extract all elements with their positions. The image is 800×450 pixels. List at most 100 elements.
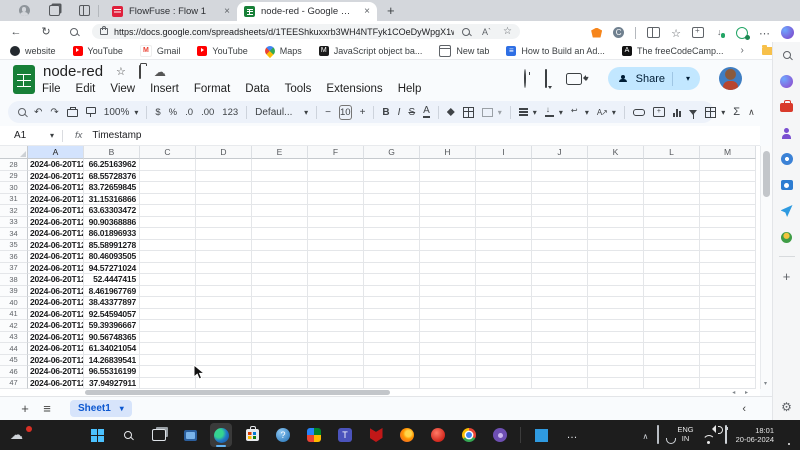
cell-D43[interactable] [196,332,252,344]
cell-J47[interactable] [532,378,588,390]
select-all-corner[interactable] [0,146,28,159]
taskbar-search-button[interactable] [117,423,139,447]
cell-A45[interactable]: 2024-06-20T12:2 [28,355,84,367]
cell-K36[interactable] [588,251,644,263]
cell-M45[interactable] [700,355,756,367]
cell-H33[interactable] [420,217,476,229]
cell-C38[interactable] [140,274,196,286]
cell-M31[interactable] [700,194,756,206]
account-avatar[interactable] [719,67,742,90]
decrease-decimal-button[interactable]: .0 [185,107,193,118]
insert-comment-button[interactable] [653,107,665,117]
sidebar-app-messenger[interactable] [780,204,794,218]
cell-H38[interactable] [420,274,476,286]
column-header-k[interactable]: K [588,146,644,159]
hide-toolbar-button[interactable] [748,107,755,118]
cell-B36[interactable]: 80.46093505 [84,251,140,263]
cell-I30[interactable] [476,182,532,194]
cell-H28[interactable] [420,159,476,171]
row-header-46[interactable]: 46 [0,366,28,378]
cell-F34[interactable] [308,228,364,240]
cell-G29[interactable] [364,171,420,183]
cell-M37[interactable] [700,263,756,275]
cell-F38[interactable] [308,274,364,286]
print-button[interactable] [67,107,78,117]
all-sheets-button[interactable] [36,401,58,416]
cell-A37[interactable]: 2024-06-20T12:2 [28,263,84,275]
taskbar-app-github-desktop[interactable] [489,423,511,447]
cell-H35[interactable] [420,240,476,252]
cell-C33[interactable] [140,217,196,229]
cell-M39[interactable] [700,286,756,298]
cell-K34[interactable] [588,228,644,240]
collections-icon[interactable] [692,27,704,38]
cell-D42[interactable] [196,320,252,332]
cell-D28[interactable] [196,159,252,171]
menu-file[interactable]: File [42,83,61,95]
cell-G34[interactable] [364,228,420,240]
cell-L43[interactable] [644,332,700,344]
search-button[interactable] [66,24,82,40]
cell-I47[interactable] [476,378,532,390]
bookmark-6[interactable]: New tab [439,45,489,57]
task-view-button[interactable] [148,423,170,447]
insert-chart-button[interactable] [673,108,681,117]
save-status-cloud-icon[interactable] [154,65,166,79]
row-header-45[interactable]: 45 [0,355,28,367]
tab-actions-button[interactable] [76,3,92,19]
cell-B46[interactable]: 96.55316199 [84,366,140,378]
decrease-font-size-button[interactable]: − [325,107,331,118]
cell-A44[interactable]: 2024-06-20T12:2 [28,343,84,355]
cell-L36[interactable] [644,251,700,263]
taskbar-app-meet[interactable] [303,423,325,447]
close-tab-icon[interactable] [364,7,370,17]
cell-G45[interactable] [364,355,420,367]
strikethrough-button[interactable]: S [408,107,415,118]
font-select[interactable]: Defaul... [255,107,308,118]
cell-M44[interactable] [700,343,756,355]
cell-J39[interactable] [532,286,588,298]
cell-D29[interactable] [196,171,252,183]
cell-G37[interactable] [364,263,420,275]
cell-K39[interactable] [588,286,644,298]
share-dropdown-icon[interactable] [680,74,696,83]
sheet-tab-sheet1[interactable]: Sheet1 [70,400,132,417]
cell-F46[interactable] [308,366,364,378]
cell-L31[interactable] [644,194,700,206]
text-wrap-button[interactable] [571,108,589,117]
cell-G42[interactable] [364,320,420,332]
column-header-g[interactable]: G [364,146,420,159]
sidebar-tools-app[interactable] [780,100,794,114]
cell-C42[interactable] [140,320,196,332]
cell-E42[interactable] [252,320,308,332]
add-sheet-button[interactable] [14,401,36,416]
cell-I39[interactable] [476,286,532,298]
sidebar-app-disc[interactable] [780,152,794,166]
bold-button[interactable]: B [382,107,389,118]
weather-widget[interactable] [10,427,30,442]
row-header-29[interactable]: 29 [0,171,28,183]
scroll-down-arrow-icon[interactable] [764,380,767,387]
cell-B35[interactable]: 85.58991278 [84,240,140,252]
cell-E30[interactable] [252,182,308,194]
sheets-logo-icon[interactable] [13,65,35,94]
row-header-34[interactable]: 34 [0,228,28,240]
cell-G43[interactable] [364,332,420,344]
cell-K31[interactable] [588,194,644,206]
cell-E45[interactable] [252,355,308,367]
sidebar-games-app[interactable] [780,126,794,140]
cell-B45[interactable]: 14.26839541 [84,355,140,367]
bookmark-0[interactable]: website [10,46,56,56]
cell-B39[interactable]: 8.461967769 [84,286,140,298]
cell-K44[interactable] [588,343,644,355]
cell-M35[interactable] [700,240,756,252]
row-header-44[interactable]: 44 [0,343,28,355]
cell-D44[interactable] [196,343,252,355]
cell-A30[interactable]: 2024-06-20T12:2 [28,182,84,194]
cell-I28[interactable] [476,159,532,171]
column-header-a[interactable]: A [28,146,84,159]
cell-C43[interactable] [140,332,196,344]
cell-L37[interactable] [644,263,700,275]
vertical-align-button[interactable] [545,108,563,117]
cell-M46[interactable] [700,366,756,378]
